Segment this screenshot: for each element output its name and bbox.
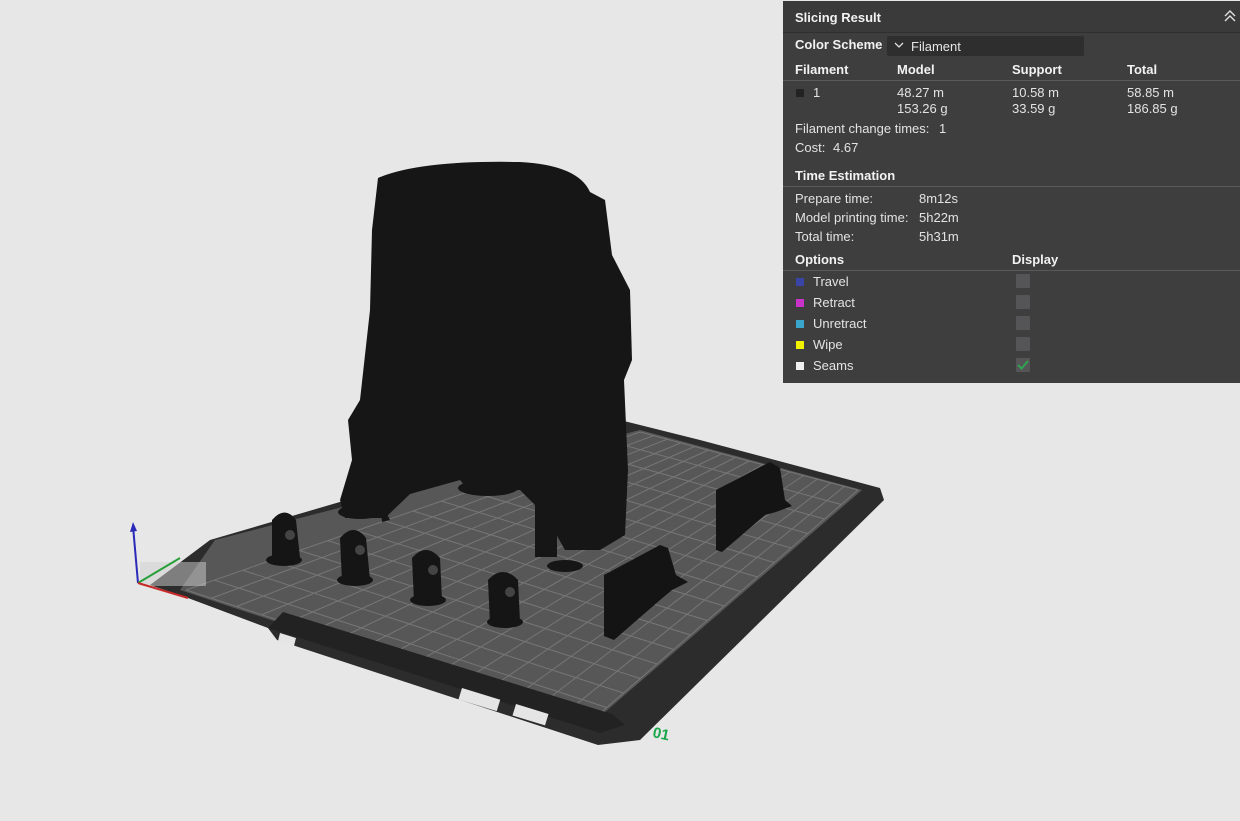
color-scheme-label: Color Scheme [795,37,883,52]
col-header-support: Support [1012,62,1062,77]
filament-change-value: 1 [939,121,947,136]
color-scheme-dropdown[interactable]: Filament [887,36,1084,56]
retract-color-swatch [796,299,804,307]
option-label-travel: Travel [813,274,849,289]
slicing-result-panel: Slicing Result Color Scheme Filament Fil… [783,1,1240,383]
col-header-total: Total [1127,62,1158,77]
wipe-display-checkbox[interactable] [1016,337,1030,351]
option-label-seams: Seams [813,358,854,373]
wipe-color-swatch [796,341,804,349]
support-length: 10.58 m [1012,85,1059,100]
model-printing-time-label: Model printing time: [795,210,909,225]
filament-id: 1 [813,85,821,100]
options-header: Options [795,252,845,267]
divider [783,186,1240,187]
model-length: 48.27 m [897,85,944,100]
total-weight: 186.85 g [1127,101,1178,116]
checkmark-icon [1017,360,1029,370]
model-weight: 153.26 g [897,101,948,116]
seams-color-swatch [796,362,804,370]
support-weight: 33.59 g [1012,101,1056,116]
cost-label: Cost: [795,140,826,155]
col-header-filament: Filament [795,62,849,77]
display-header: Display [1012,252,1059,267]
color-scheme-value: Filament [911,39,961,54]
total-time-label: Total time: [795,229,855,244]
travel-display-checkbox[interactable] [1016,274,1030,288]
total-length: 58.85 m [1127,85,1174,100]
prepare-time-label: Prepare time: [795,191,874,206]
unretract-display-checkbox[interactable] [1016,316,1030,330]
panel-title: Slicing Result [795,10,881,25]
filament-change-label: Filament change times: [795,121,930,136]
option-label-wipe: Wipe [813,337,843,352]
col-header-model: Model [897,62,935,77]
model-printing-time-value: 5h22m [919,210,959,225]
total-time-value: 5h31m [919,229,959,244]
option-label-retract: Retract [813,295,855,310]
filament-color-swatch [796,89,804,97]
panel-header: Slicing Result [783,1,1240,33]
cost-value: 4.67 [833,140,859,155]
chevron-down-icon [894,42,904,48]
plate-number-label: 01 [651,724,671,744]
travel-color-swatch [796,278,804,286]
collapse-icon[interactable] [1222,8,1238,24]
prepare-time-value: 8m12s [919,191,959,206]
option-label-unretract: Unretract [813,316,867,331]
divider [783,270,1240,271]
retract-display-checkbox[interactable] [1016,295,1030,309]
unretract-color-swatch [796,320,804,328]
seams-display-checkbox[interactable] [1016,358,1030,372]
time-estimation-title: Time Estimation [795,168,896,183]
divider [783,80,1240,81]
